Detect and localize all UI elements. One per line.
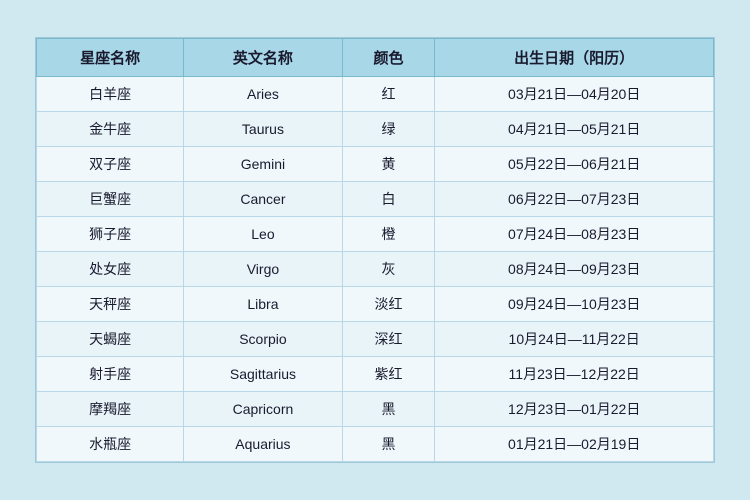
header-chinese-name: 星座名称 [37,39,184,77]
cell-english-name: Cancer [184,182,342,217]
cell-chinese-name: 天秤座 [37,287,184,322]
cell-color: 黄 [342,147,435,182]
cell-birth-dates: 08月24日—09月23日 [435,252,714,287]
cell-english-name: Taurus [184,112,342,147]
table-row: 水瓶座Aquarius黑01月21日—02月19日 [37,427,714,462]
cell-color: 橙 [342,217,435,252]
cell-birth-dates: 03月21日—04月20日 [435,77,714,112]
cell-color: 黑 [342,392,435,427]
cell-birth-dates: 05月22日—06月21日 [435,147,714,182]
cell-chinese-name: 巨蟹座 [37,182,184,217]
cell-chinese-name: 水瓶座 [37,427,184,462]
zodiac-table: 星座名称 英文名称 颜色 出生日期（阳历） 白羊座Aries红03月21日—04… [36,38,714,462]
cell-chinese-name: 摩羯座 [37,392,184,427]
table-row: 金牛座Taurus绿04月21日—05月21日 [37,112,714,147]
table-row: 摩羯座Capricorn黑12月23日—01月22日 [37,392,714,427]
table-row: 天秤座Libra淡红09月24日—10月23日 [37,287,714,322]
table-row: 白羊座Aries红03月21日—04月20日 [37,77,714,112]
cell-birth-dates: 01月21日—02月19日 [435,427,714,462]
table-header-row: 星座名称 英文名称 颜色 出生日期（阳历） [37,39,714,77]
cell-color: 黑 [342,427,435,462]
table-row: 天蝎座Scorpio深红10月24日—11月22日 [37,322,714,357]
cell-birth-dates: 06月22日—07月23日 [435,182,714,217]
cell-birth-dates: 09月24日—10月23日 [435,287,714,322]
table-row: 射手座Sagittarius紫红11月23日—12月22日 [37,357,714,392]
cell-birth-dates: 04月21日—05月21日 [435,112,714,147]
cell-english-name: Aries [184,77,342,112]
cell-english-name: Virgo [184,252,342,287]
cell-color: 紫红 [342,357,435,392]
cell-birth-dates: 07月24日—08月23日 [435,217,714,252]
table-body: 白羊座Aries红03月21日—04月20日金牛座Taurus绿04月21日—0… [37,77,714,462]
cell-chinese-name: 天蝎座 [37,322,184,357]
table-row: 巨蟹座Cancer白06月22日—07月23日 [37,182,714,217]
cell-chinese-name: 金牛座 [37,112,184,147]
cell-birth-dates: 11月23日—12月22日 [435,357,714,392]
cell-english-name: Scorpio [184,322,342,357]
cell-color: 灰 [342,252,435,287]
cell-color: 绿 [342,112,435,147]
cell-english-name: Capricorn [184,392,342,427]
header-birth-date: 出生日期（阳历） [435,39,714,77]
cell-color: 红 [342,77,435,112]
cell-color: 白 [342,182,435,217]
cell-color: 深红 [342,322,435,357]
cell-english-name: Aquarius [184,427,342,462]
header-english-name: 英文名称 [184,39,342,77]
cell-chinese-name: 白羊座 [37,77,184,112]
cell-english-name: Leo [184,217,342,252]
cell-chinese-name: 双子座 [37,147,184,182]
cell-chinese-name: 射手座 [37,357,184,392]
table-row: 狮子座Leo橙07月24日—08月23日 [37,217,714,252]
cell-english-name: Libra [184,287,342,322]
table-row: 处女座Virgo灰08月24日—09月23日 [37,252,714,287]
header-color: 颜色 [342,39,435,77]
cell-color: 淡红 [342,287,435,322]
table-row: 双子座Gemini黄05月22日—06月21日 [37,147,714,182]
cell-english-name: Sagittarius [184,357,342,392]
cell-birth-dates: 10月24日—11月22日 [435,322,714,357]
cell-english-name: Gemini [184,147,342,182]
cell-chinese-name: 狮子座 [37,217,184,252]
cell-chinese-name: 处女座 [37,252,184,287]
cell-birth-dates: 12月23日—01月22日 [435,392,714,427]
zodiac-table-container: 星座名称 英文名称 颜色 出生日期（阳历） 白羊座Aries红03月21日—04… [35,37,715,463]
